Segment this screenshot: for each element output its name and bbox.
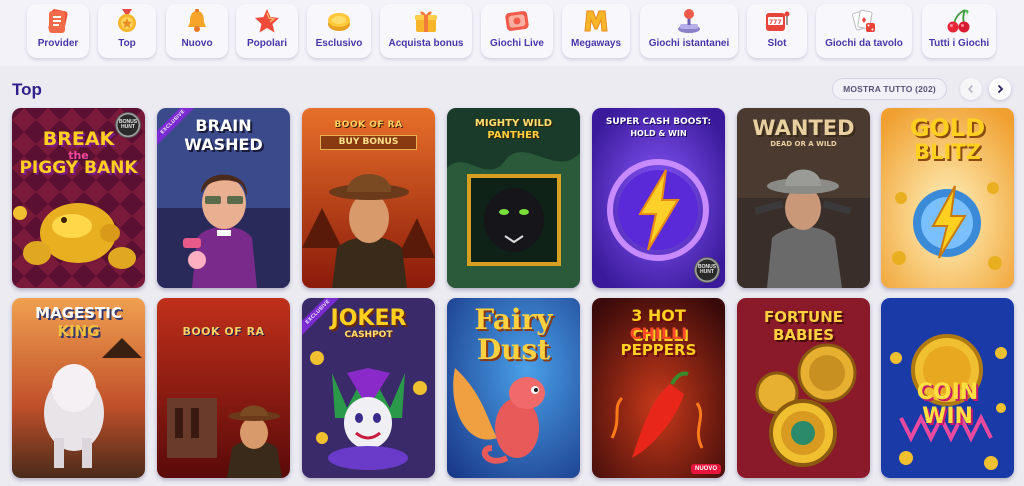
game-tile-magestic-king[interactable]: MAGESTIC KING [12, 298, 145, 478]
game-title-line: CHILLI [629, 324, 688, 343]
medal-icon [112, 6, 142, 36]
category-label: Megaways [570, 38, 622, 49]
category-label: Popolari [246, 38, 287, 49]
game-title-line: BLITZ [914, 140, 981, 164]
game-title-line: CASHPOT [344, 330, 393, 340]
chevron-right-icon [997, 84, 1004, 94]
live-icon [502, 6, 532, 36]
game-title-line: BOOK OF RA [334, 120, 403, 130]
cherries-icon [944, 6, 974, 36]
game-title-line: HOLD & WIN [630, 129, 687, 138]
cards-dice-icon [849, 6, 879, 36]
game-tile-gold-blitz[interactable]: GOLD BLITZ [881, 108, 1014, 288]
game-tile-fortune-babies[interactable]: FORTUNE BABIES [737, 298, 870, 478]
game-title-line: Fairy [474, 303, 553, 336]
game-tile-break-the-piggy-bank[interactable]: BREAK the PIGGY BANK BONUS HUNT [12, 108, 145, 288]
megaways-icon [581, 6, 611, 36]
category-provider[interactable]: Provider [27, 4, 89, 58]
game-title-line: PANTHER [487, 130, 540, 141]
game-title-line: BUY BONUS [320, 135, 417, 150]
category-tutti-i-giochi[interactable]: Tutti i Giochi [922, 4, 996, 58]
category-nuovo[interactable]: Nuovo [166, 4, 228, 58]
category-giochi-live[interactable]: Giochi Live [481, 4, 553, 58]
game-tile-book-of-ra-buy-bonus[interactable]: BOOK OF RA BUY BONUS [302, 108, 435, 288]
game-title-line: 3 HOT [631, 306, 686, 325]
game-tile-3-hot-chilli-peppers[interactable]: 3 HOT CHILLI PEPPERS NUOVO [592, 298, 725, 478]
category-label: Nuovo [181, 38, 213, 49]
game-title-line: FORTUNE [763, 308, 844, 326]
game-title-line: BOOK OF RA [182, 325, 265, 338]
game-title-line: WASHED [184, 135, 263, 154]
game-tile-mighty-wild-panther[interactable]: MIGHTY WILD PANTHER [447, 108, 580, 288]
show-all-button[interactable]: MOSTRA TUTTO (202) [832, 78, 947, 100]
bonus-hunt-badge: BONUS HUNT [694, 257, 720, 283]
category-label: Acquista bonus [388, 38, 464, 49]
game-tile-brain-washed[interactable]: BRAIN WASHED EXCLUSIVE [157, 108, 290, 288]
game-title-line: WIN [922, 404, 973, 429]
category-label: Giochi Live [490, 38, 544, 49]
game-title-line: SUPER CASH BOOST: [605, 117, 712, 127]
game-tile-fairy-dust[interactable]: Fairy Dust [447, 298, 580, 478]
new-badge: NUOVO [690, 464, 721, 474]
game-title-line: PEPPERS [620, 341, 697, 359]
chevron-left-icon [967, 84, 974, 94]
carousel-prev-button[interactable] [960, 78, 982, 100]
category-giochi-istantanei[interactable]: Giochi istantanei [640, 4, 738, 58]
gift-icon [411, 6, 441, 36]
bell-icon [182, 6, 212, 36]
game-title-line: BABIES [772, 326, 835, 344]
category-label: Slot [767, 38, 787, 49]
joystick-icon [674, 6, 704, 36]
category-popolari[interactable]: Popolari [236, 4, 298, 58]
category-slot[interactable]: 777 Slot [747, 4, 807, 58]
game-title-line: GOLD [909, 114, 986, 142]
game-title-line: DEAD OR A WILD [770, 140, 837, 148]
category-bar: Provider Top Nuovo Popolari Esclusivo Ac… [0, 0, 1024, 66]
category-label: Giochi istantanei [648, 38, 730, 49]
game-title-line: WANTED [752, 116, 855, 140]
game-title-line: Dust [476, 333, 551, 366]
category-label: Esclusivo [315, 38, 363, 49]
section-title: Top [12, 80, 42, 99]
category-acquista-bonus[interactable]: Acquista bonus [380, 4, 472, 58]
game-tile-super-cash-boost[interactable]: SUPER CASH BOOST: HOLD & WIN BONUS HUNT [592, 108, 725, 288]
game-tile-joker-cashpot[interactable]: JOKER CASHPOT EXCLUSIVE [302, 298, 435, 478]
game-title-line: MAGESTIC [35, 304, 122, 322]
game-tile-coin-win[interactable]: COIN WIN [881, 298, 1014, 478]
bonus-hunt-badge: BONUS HUNT [115, 112, 141, 138]
star-icon [252, 6, 282, 36]
slot-machine-icon: 777 [762, 6, 792, 36]
category-label: Giochi da tavolo [825, 38, 903, 49]
category-top[interactable]: Top [98, 4, 156, 58]
svg-text:777: 777 [769, 19, 782, 26]
category-megaways[interactable]: Megaways [562, 4, 630, 58]
category-giochi-da-tavolo[interactable]: Giochi da tavolo [816, 4, 912, 58]
game-title-line: COIN [916, 380, 979, 405]
category-label: Top [118, 38, 136, 49]
game-title-line: PIGGY BANK [19, 158, 138, 178]
category-esclusivo[interactable]: Esclusivo [307, 4, 371, 58]
category-label: Provider [37, 38, 79, 49]
game-tile-book-of-ra[interactable]: BOOK OF RA [157, 298, 290, 478]
coin-icon [324, 6, 354, 36]
game-title-line: MIGHTY WILD [474, 118, 553, 129]
game-tile-wanted-dead-or-a-wild[interactable]: WANTED DEAD OR A WILD [737, 108, 870, 288]
category-label: Tutti i Giochi [928, 38, 990, 49]
game-title-line: KING [57, 322, 100, 340]
carousel-next-button[interactable] [989, 78, 1011, 100]
provider-icon [43, 6, 73, 36]
